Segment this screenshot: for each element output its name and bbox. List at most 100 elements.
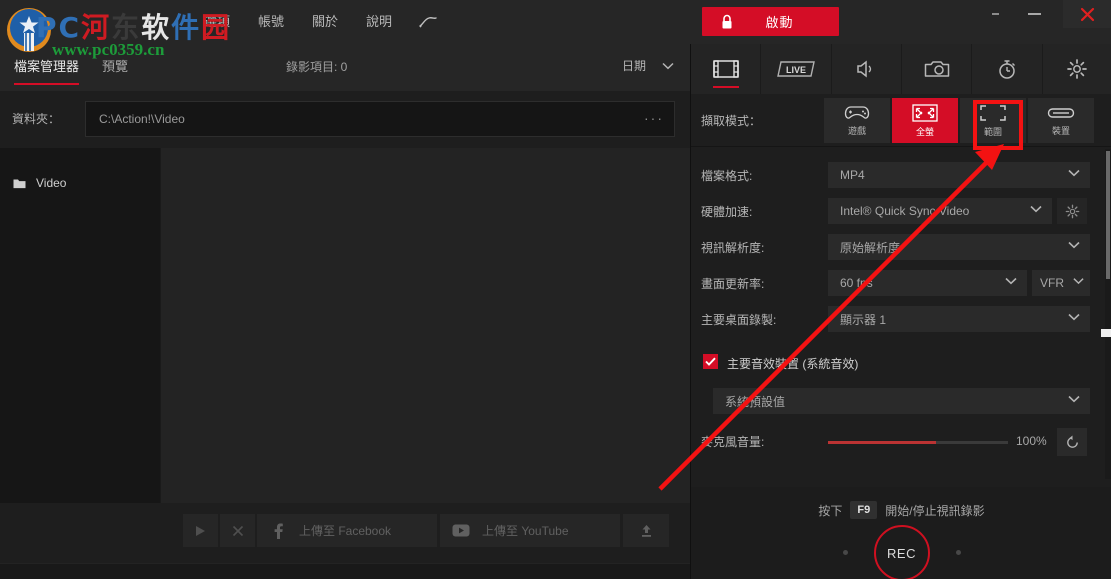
capture-mode-device[interactable]: 裝置 [1028, 98, 1094, 143]
video-resolution-combo[interactable]: 原始解析度 [828, 234, 1090, 260]
chevron-down-icon [1068, 313, 1080, 321]
capture-mode-buttons: 遊戲 全螢 範圍 [824, 98, 1094, 143]
frame-rate-combo[interactable]: 60 fps [828, 270, 1027, 296]
settings-rows: 檔案格式: MP4 硬體加速: Intel® Quick Sync Video [691, 147, 1111, 487]
gear-icon [1066, 58, 1088, 80]
file-manager-tabs: 檔案管理器 預覽 錄影項目: 0 日期 [0, 44, 690, 91]
camera-icon [924, 59, 950, 79]
delete-button[interactable] [220, 514, 255, 547]
capture-mode-region[interactable]: 範圍 [960, 98, 1026, 143]
ellipsis-icon[interactable]: ··· [644, 110, 664, 126]
vfr-combo[interactable]: VFR [1032, 270, 1090, 296]
folder-icon [13, 178, 26, 189]
hotkey-prefix: 按下 [818, 502, 842, 519]
right-settings-panel: LIVE [690, 44, 1111, 579]
menu-account[interactable]: 帳號 [244, 0, 298, 44]
youtube-label: 上傳至 YouTube [482, 522, 569, 539]
facebook-icon [257, 523, 299, 539]
folder-list: Video + 可用磁碟空間 5.5 GB [0, 148, 160, 503]
capture-mode-game[interactable]: 遊戲 [824, 98, 890, 143]
activate-button[interactable]: 啟動 [702, 7, 839, 36]
reset-icon [1065, 435, 1080, 450]
mic-volume-row: 麥克風音量: 100% [691, 425, 1111, 459]
mic-volume-value: 100% [1016, 434, 1047, 448]
settings-scrollbar[interactable] [1105, 149, 1111, 479]
tab-audio[interactable] [832, 44, 902, 94]
chevron-down-icon [1005, 277, 1017, 285]
tab-settings[interactable] [1043, 44, 1111, 94]
hotkey-suffix: 開始/停止視訊錄影 [885, 502, 984, 519]
hardware-acceleration-label: 硬體加速: [701, 203, 752, 220]
audio-device-value: 系統預設值 [725, 393, 785, 410]
activate-label: 啟動 [734, 12, 825, 31]
window-close-button[interactable] [1063, 0, 1111, 28]
hotkey-key: F9 [850, 501, 877, 519]
region-icon [979, 104, 1007, 122]
upload-youtube-button[interactable]: 上傳至 YouTube [440, 514, 620, 547]
upload-button[interactable] [623, 514, 669, 547]
desktop-recording-label: 主要桌面錄製: [701, 311, 776, 328]
chevron-down-icon [1068, 241, 1080, 249]
close-icon [232, 525, 244, 537]
tab-preview[interactable]: 預覽 [102, 56, 128, 83]
device-icon [1047, 105, 1075, 121]
film-icon [713, 59, 739, 79]
settings-scrollbar-thumb[interactable] [1106, 151, 1110, 279]
left-panel: 檔案管理器 預覽 錄影項目: 0 日期 資料夾： C:\Action!\Vide… [0, 44, 690, 579]
chevron-down-icon [1030, 205, 1042, 213]
gamepad-icon [844, 104, 870, 121]
settings-tabs: LIVE [691, 44, 1111, 94]
folder-list-item-video[interactable]: Video [0, 170, 160, 196]
chevron-down-icon [1073, 277, 1084, 285]
play-button[interactable] [183, 514, 218, 547]
folder-path-input[interactable]: C:\Action!\Video ··· [85, 101, 675, 137]
live-icon: LIVE [776, 59, 816, 79]
desktop-recording-combo[interactable]: 顯示器 1 [828, 306, 1090, 332]
capture-mode-region-label: 範圍 [984, 125, 1002, 138]
facebook-label: 上傳至 Facebook [299, 522, 391, 539]
capture-mode-fullscreen[interactable]: 全螢 [892, 98, 958, 143]
audio-device-checkbox-label: 主要音效裝置 (系統音效) [727, 355, 858, 372]
menu-about[interactable]: 關於 [298, 0, 352, 44]
capture-mode-device-label: 裝置 [1052, 124, 1070, 137]
application-window: 選項 帳號 關於 說明 啟動 [0, 0, 1111, 579]
record-button[interactable]: REC [874, 525, 930, 579]
panel-resize-marker[interactable] [1101, 329, 1111, 337]
sort-dropdown[interactable]: 日期 [622, 57, 674, 74]
status-bar: 顯示 連接翻以視訊 介卡(R) HD Graphics 620 [0, 563, 690, 579]
record-button-label: REC [887, 546, 916, 561]
youtube-icon [440, 524, 482, 537]
recording-count: 錄影項目: 0 [286, 58, 347, 75]
setting-frame-rate: 畫面更新率: 60 fps VFR [691, 265, 1111, 301]
pen-icon[interactable] [406, 0, 450, 44]
check-icon [705, 357, 716, 366]
hardware-acceleration-combo[interactable]: Intel® Quick Sync Video [828, 198, 1052, 224]
mic-volume-label: 麥克風音量: [701, 433, 764, 450]
mic-volume-slider[interactable] [828, 441, 1008, 444]
folder-label: 資料夾： [12, 110, 60, 127]
tab-benchmark[interactable] [972, 44, 1042, 94]
audio-device-checkbox[interactable] [703, 354, 718, 369]
window-minimize-button[interactable] [1017, 0, 1051, 28]
capture-mode-row: 擷取模式： 遊戲 [691, 94, 1111, 147]
tab-video[interactable] [691, 44, 761, 94]
desktop-recording-value: 顯示器 1 [840, 311, 886, 328]
file-format-combo[interactable]: MP4 [828, 162, 1090, 188]
hardware-acceleration-settings-button[interactable] [1057, 198, 1087, 224]
recordings-preview-area [160, 148, 690, 503]
title-bar: 選項 帳號 關於 說明 啟動 [0, 0, 1111, 44]
menu-options[interactable]: 選項 [190, 0, 244, 44]
audio-device-combo[interactable]: 系統預設值 [713, 388, 1090, 414]
tab-file-manager[interactable]: 檔案管理器 [14, 56, 79, 85]
vfr-value: VFR [1040, 276, 1064, 290]
mic-volume-reset-button[interactable] [1057, 428, 1087, 456]
tab-screenshot[interactable] [902, 44, 972, 94]
upload-facebook-button[interactable]: 上傳至 Facebook [257, 514, 437, 547]
lock-icon [720, 14, 734, 30]
setting-audio-device: 系統預設值 [691, 383, 1111, 419]
menu-help[interactable]: 說明 [352, 0, 406, 44]
window-restore-button[interactable] [980, 0, 1010, 28]
tab-live[interactable]: LIVE [761, 44, 831, 94]
folder-item-label: Video [36, 176, 66, 190]
setting-hardware-acceleration: 硬體加速: Intel® Quick Sync Video [691, 193, 1111, 229]
